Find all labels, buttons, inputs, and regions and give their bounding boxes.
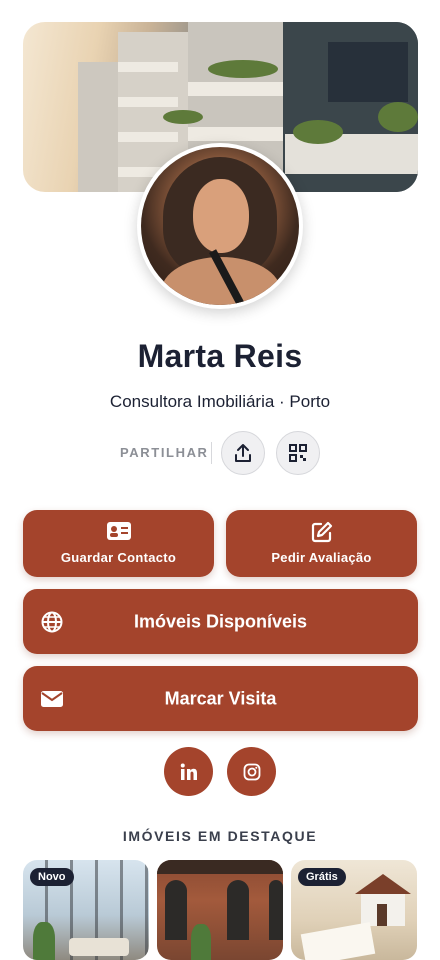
avatar <box>137 143 303 309</box>
available-properties-button[interactable]: Imóveis Disponíveis <box>23 589 418 654</box>
share-upload-icon <box>235 444 251 462</box>
property-tag: Grátis <box>298 868 346 886</box>
linkedin-icon <box>180 763 197 780</box>
save-contact-button[interactable]: Guardar Contacto <box>23 510 214 577</box>
property-card[interactable] <box>157 860 283 960</box>
book-visit-label: Marcar Visita <box>164 688 277 708</box>
qr-code-icon <box>289 444 307 462</box>
profile-name: Marta Reis <box>137 338 303 374</box>
featured-section-title: IMÓVEIS EM DESTAQUE <box>122 828 318 844</box>
share-label: PARTILHAR <box>120 445 209 460</box>
profile-subtitle: Consultora Imobiliária · Porto <box>109 392 331 411</box>
instagram-icon <box>243 763 260 780</box>
contact-card-icon <box>106 522 131 540</box>
property-card[interactable]: Grátis <box>291 860 417 960</box>
property-tag: Novo <box>30 868 74 886</box>
request-valuation-button[interactable]: Pedir Avaliação <box>226 510 417 577</box>
linkedin-button[interactable] <box>164 747 213 796</box>
save-contact-label: Guardar Contacto <box>60 550 177 565</box>
edit-icon <box>311 521 332 543</box>
instagram-button[interactable] <box>227 747 276 796</box>
request-valuation-label: Pedir Avaliação <box>271 550 372 565</box>
available-properties-label: Imóveis Disponíveis <box>133 611 308 631</box>
share-divider <box>211 442 212 464</box>
book-visit-button[interactable]: Marcar Visita <box>23 666 418 731</box>
property-card[interactable]: Novo <box>23 860 149 960</box>
share-button[interactable] <box>221 431 265 475</box>
qr-code-button[interactable] <box>276 431 320 475</box>
